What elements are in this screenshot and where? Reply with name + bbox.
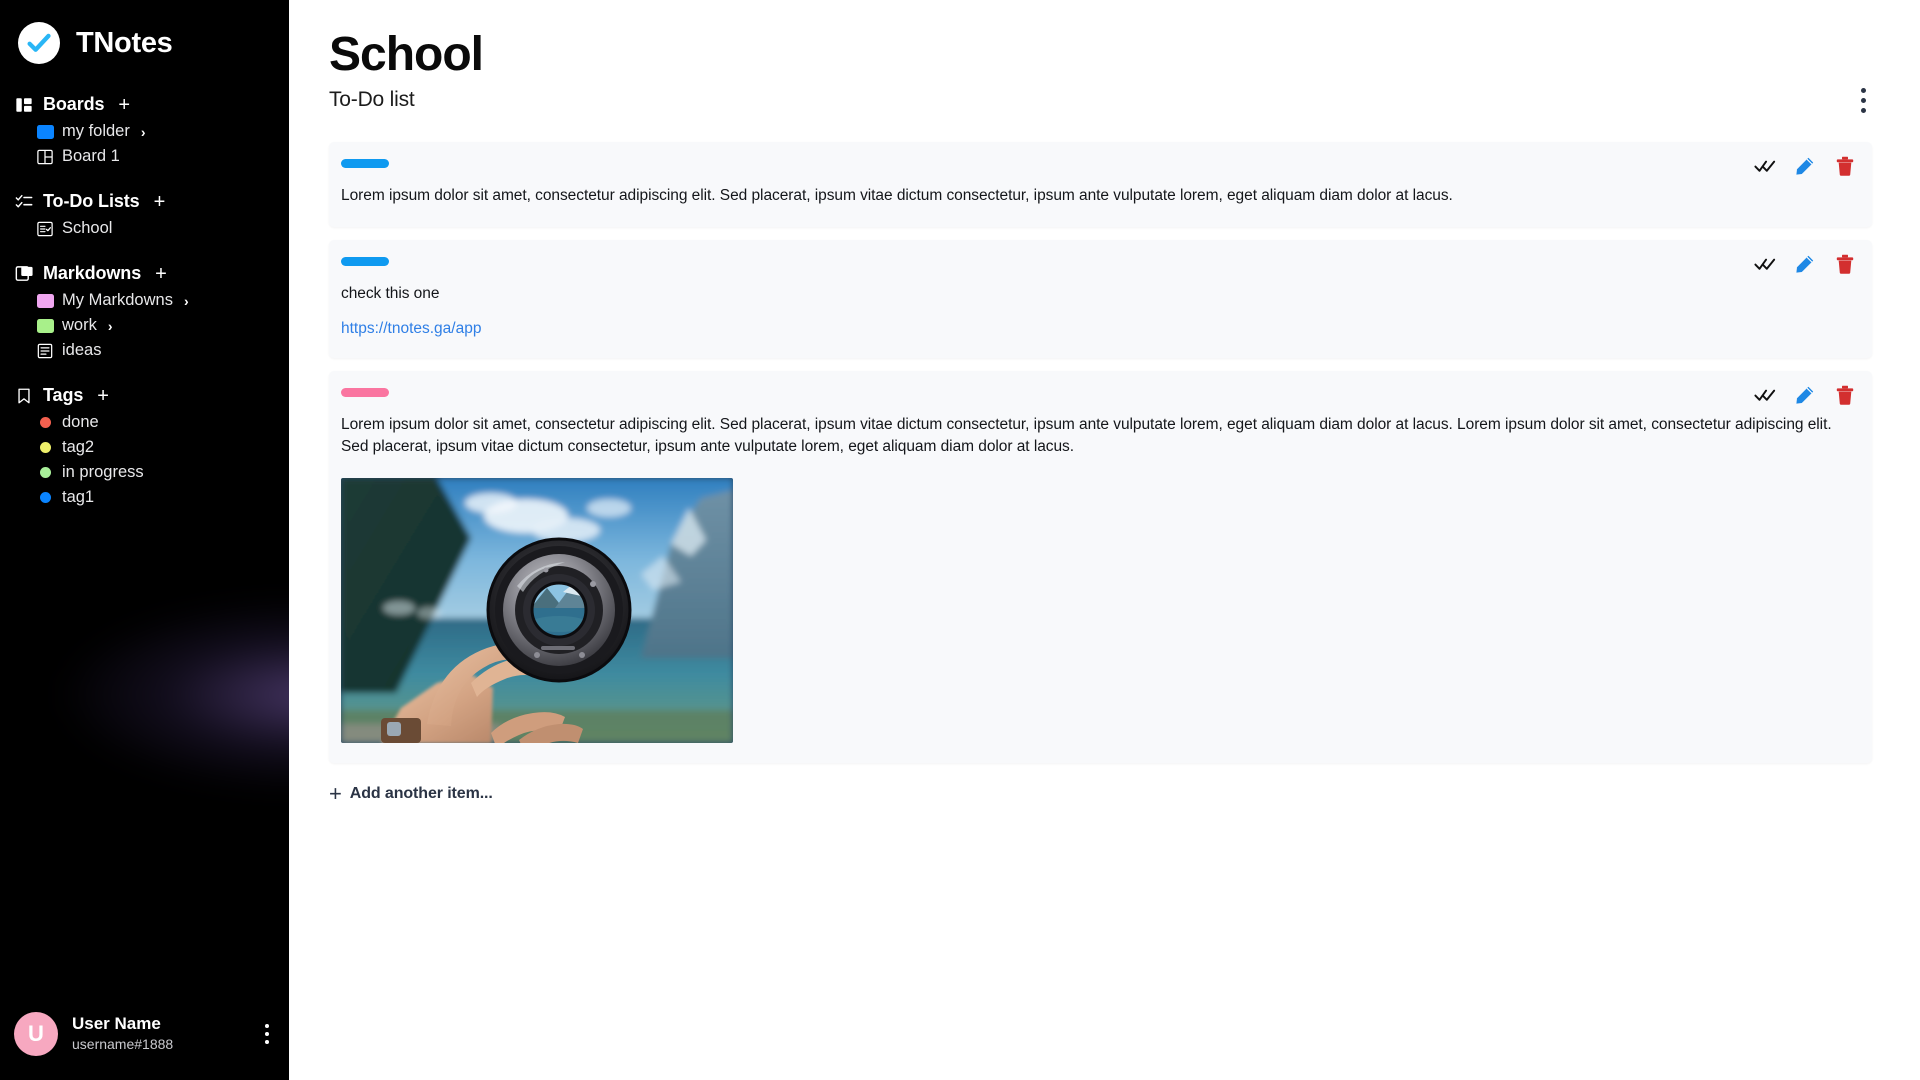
sidebar-section-todo-lists: To-Do Lists + School <box>0 187 289 241</box>
hand-holding-camera-lens-over-lake-photo[interactable] <box>341 477 733 743</box>
sidebar-tag-in-progress[interactable]: in progress <box>0 460 289 485</box>
folder-icon <box>36 292 54 310</box>
folder-icon <box>36 123 54 141</box>
sidebar-item-label: my folder <box>62 122 130 140</box>
item-actions <box>1754 155 1856 177</box>
section-title: Boards <box>43 94 105 114</box>
section-header-boards[interactable]: Boards + <box>0 90 289 119</box>
dot-icon <box>36 439 54 457</box>
main-content: School To-Do list Lorem ipsum dolor sit … <box>289 0 1920 1080</box>
sidebar-item-label: School <box>62 219 113 237</box>
sidebar-nav: Boards + my folder › Board 1 To-Do Lists… <box>0 68 289 510</box>
page-subtitle: To-Do list <box>329 87 415 111</box>
trash-icon[interactable] <box>1834 253 1856 275</box>
trash-icon[interactable] <box>1834 155 1856 177</box>
todo-item-card[interactable]: Lorem ipsum dolor sit amet, consectetur … <box>329 141 1872 227</box>
board-grid-icon <box>36 148 54 166</box>
add-markdown-button[interactable]: + <box>152 264 170 284</box>
bookmark-icon <box>14 386 34 406</box>
chevron-right-icon[interactable]: › <box>184 293 189 309</box>
trash-icon[interactable] <box>1834 384 1856 406</box>
sidebar-section-tags: Tags + done tag2 in progress tag1 <box>0 381 289 510</box>
section-title: Markdowns <box>43 263 142 283</box>
page-header: School To-Do list <box>329 0 1872 113</box>
page-title: School <box>329 28 484 81</box>
item-text: Lorem ipsum dolor sit amet, consectetur … <box>341 186 1453 204</box>
item-tag-bar <box>341 256 389 266</box>
sidebar-item-label: Board 1 <box>62 147 120 165</box>
double-check-icon[interactable] <box>1754 253 1776 275</box>
kebab-menu-icon[interactable] <box>261 1020 273 1048</box>
user-profile[interactable]: U User Name username#1888 <box>0 988 289 1080</box>
pencil-icon[interactable] <box>1794 155 1816 177</box>
add-todo-list-button[interactable]: + <box>151 192 169 212</box>
sidebar-tag-tag2[interactable]: tag2 <box>0 435 289 460</box>
sidebar-item-label: done <box>62 413 99 431</box>
double-check-icon[interactable] <box>1754 384 1776 406</box>
item-text: Lorem ipsum dolor sit amet, consectetur … <box>341 415 1832 455</box>
sidebar-item-school[interactable]: School <box>0 216 289 241</box>
sidebar-section-boards: Boards + my folder › Board 1 <box>0 90 289 169</box>
user-meta: User Name username#1888 <box>72 1013 247 1055</box>
sidebar-item-my-markdowns[interactable]: My Markdowns › <box>0 288 289 313</box>
section-header-tags[interactable]: Tags + <box>0 381 289 410</box>
section-header-markdowns[interactable]: Markdowns + <box>0 259 289 288</box>
todo-item-card[interactable]: Lorem ipsum dolor sit amet, consectetur … <box>329 370 1872 763</box>
add-another-item-button[interactable]: + Add another item... <box>329 780 493 806</box>
sidebar-item-work[interactable]: work › <box>0 313 289 338</box>
avatar[interactable]: U <box>14 1012 58 1056</box>
sidebar-item-label: ideas <box>62 341 102 359</box>
sidebar-item-label: tag1 <box>62 488 95 506</box>
double-check-icon[interactable] <box>1754 155 1776 177</box>
sidebar-section-markdowns: Markdowns + My Markdowns › work › ideas <box>0 259 289 363</box>
sidebar-item-label: work <box>62 316 97 334</box>
sidebar: TNotes Boards + my folder › Board 1 To-D… <box>0 0 289 1080</box>
sidebar-glow-decoration <box>60 600 289 790</box>
item-text: check this one <box>341 284 440 302</box>
sidebar-tag-tag1[interactable]: tag1 <box>0 485 289 510</box>
user-name: User Name <box>72 1014 161 1034</box>
folder-icon <box>36 317 54 335</box>
brand[interactable]: TNotes <box>0 0 289 68</box>
documents-stack-icon <box>14 264 34 284</box>
kebab-menu-icon[interactable] <box>1855 82 1872 119</box>
user-handle: username#1888 <box>72 1036 174 1053</box>
plus-icon: + <box>329 780 342 806</box>
todo-item-card[interactable]: check this one https://tnotes.ga/app <box>329 239 1872 358</box>
section-header-todo-lists[interactable]: To-Do Lists + <box>0 187 289 216</box>
item-tag-bar <box>341 158 389 168</box>
checklist-icon <box>14 192 34 212</box>
item-link[interactable]: https://tnotes.ga/app <box>341 320 1848 338</box>
sidebar-tag-done[interactable]: done <box>0 410 289 435</box>
section-title: Tags <box>43 385 84 405</box>
item-actions <box>1754 253 1856 275</box>
sidebar-item-label: in progress <box>62 463 144 481</box>
brand-name: TNotes <box>76 26 173 59</box>
sidebar-item-label: tag2 <box>62 438 95 456</box>
dot-icon <box>36 414 54 432</box>
pencil-icon[interactable] <box>1794 253 1816 275</box>
todo-item-list: Lorem ipsum dolor sit amet, consectetur … <box>329 141 1872 763</box>
sidebar-item-ideas[interactable]: ideas <box>0 338 289 363</box>
app-root: TNotes Boards + my folder › Board 1 To-D… <box>0 0 1920 1080</box>
item-actions <box>1754 384 1856 406</box>
check-circle-icon <box>18 22 60 64</box>
layout-columns-icon <box>14 95 34 115</box>
sidebar-item-board-1[interactable]: Board 1 <box>0 144 289 169</box>
list-check-icon <box>36 220 54 238</box>
section-title: To-Do Lists <box>43 191 140 211</box>
dot-icon <box>36 489 54 507</box>
pencil-icon[interactable] <box>1794 384 1816 406</box>
item-tag-bar <box>341 387 389 397</box>
chevron-right-icon[interactable]: › <box>108 318 113 334</box>
sidebar-item-my-folder[interactable]: my folder › <box>0 119 289 144</box>
add-board-button[interactable]: + <box>115 95 133 115</box>
add-another-item-label: Add another item... <box>349 784 493 802</box>
sidebar-item-label: My Markdowns <box>62 291 173 309</box>
chevron-right-icon[interactable]: › <box>141 124 146 140</box>
dot-icon <box>36 464 54 482</box>
document-icon <box>36 342 54 360</box>
add-tag-button[interactable]: + <box>94 386 112 406</box>
